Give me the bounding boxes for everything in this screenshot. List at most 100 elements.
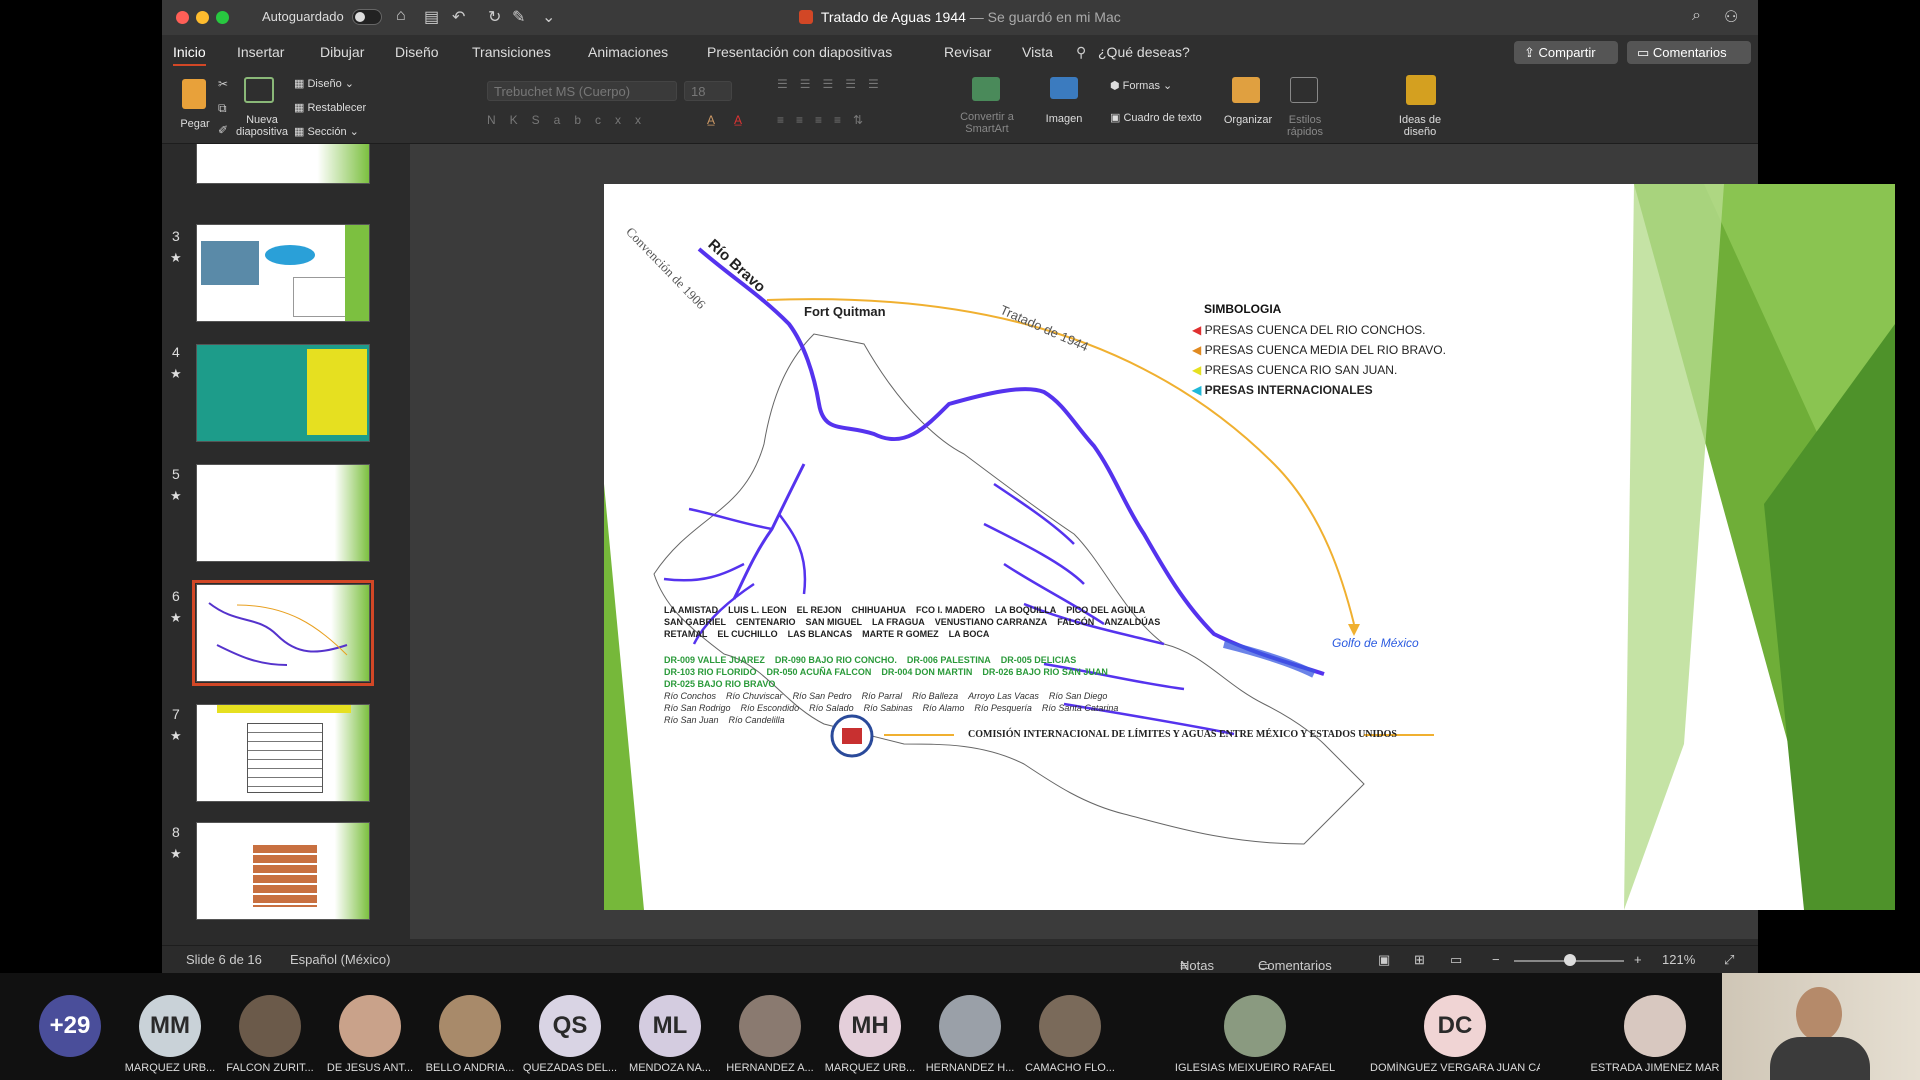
thumb-green-band bbox=[345, 225, 369, 321]
paragraph-icons-top[interactable]: ☰☰☰☰☰ bbox=[777, 77, 891, 91]
river-label: Río Chuviscar bbox=[726, 691, 783, 701]
cut-icon[interactable]: ✂ bbox=[218, 77, 228, 91]
thumb-table bbox=[247, 723, 323, 793]
quick-styles-label: Estilos rápidos bbox=[1286, 114, 1324, 138]
participant-tile[interactable]: MM MARQUEZ URB... bbox=[120, 973, 220, 1080]
zoom-in-icon[interactable]: + bbox=[1634, 952, 1642, 967]
reading-view-icon[interactable]: ▭ bbox=[1450, 952, 1462, 968]
gulf-label: Golfo de México bbox=[1332, 636, 1419, 650]
smartart-icon[interactable] bbox=[972, 77, 1000, 101]
slide-thumbnail-7[interactable] bbox=[196, 704, 370, 802]
participant-tile[interactable]: DE JESUS ANT... bbox=[320, 973, 420, 1080]
tab-dibujar[interactable]: Dibujar bbox=[320, 44, 364, 60]
slide-editing-area: Convención de 1906 Río Bravo Fort Quitma… bbox=[410, 144, 1895, 939]
zoom-level[interactable]: 121% bbox=[1662, 952, 1695, 967]
arrange-icon[interactable] bbox=[1232, 77, 1260, 103]
fit-slide-icon[interactable]: ⤢ bbox=[1724, 952, 1734, 968]
section-button[interactable]: ▦ Sección ⌄ bbox=[294, 125, 359, 138]
participant-tile[interactable]: FALCON ZURIT... bbox=[220, 973, 320, 1080]
participant-tile[interactable]: ML MENDOZA NA... bbox=[620, 973, 720, 1080]
font-family-select[interactable]: Trebuchet MS (Cuerpo) bbox=[487, 81, 677, 101]
participant-tile[interactable]: MH MARQUEZ URB... bbox=[820, 973, 920, 1080]
paste-icon[interactable] bbox=[182, 79, 206, 109]
language-indicator[interactable]: Español (México) bbox=[290, 952, 390, 967]
participant-name: HERNANDEZ H... bbox=[925, 1062, 1015, 1074]
animation-star-icon: ★ bbox=[170, 846, 182, 861]
participant-tile[interactable]: HERNANDEZ A... bbox=[720, 973, 820, 1080]
textbox-label: Cuadro de texto bbox=[1123, 112, 1202, 124]
participant-tile[interactable]: CAMACHO FLO... bbox=[1020, 973, 1120, 1080]
layout-button[interactable]: ▦ Diseño ⌄ bbox=[294, 77, 354, 90]
river-label: Río San Diego bbox=[1048, 691, 1108, 701]
tell-me-search[interactable]: ¿Qué deseas? bbox=[1098, 44, 1190, 60]
participant-tile[interactable]: IGLESIAS MEIXUEIRO RAFAEL bbox=[1170, 973, 1340, 1080]
copy-icon[interactable]: ⧉ bbox=[218, 101, 227, 116]
paragraph-icons-bottom[interactable]: ≡≡≡≡⇅ bbox=[777, 113, 875, 127]
image-icon[interactable] bbox=[1050, 77, 1078, 99]
participant-tile[interactable]: ESTRADA JIMENEZ MAR bbox=[1570, 973, 1740, 1080]
slide-thumbnail-2[interactable] bbox=[196, 144, 370, 184]
participant-tile[interactable]: BELLO ANDRIA... bbox=[420, 973, 520, 1080]
participant-tile[interactable]: +29 bbox=[20, 973, 120, 1080]
tab-revisar[interactable]: Revisar bbox=[944, 44, 991, 60]
tab-vista[interactable]: Vista bbox=[1022, 44, 1053, 60]
participant-name: MARQUEZ URB... bbox=[124, 1062, 216, 1074]
ribbon-tabs: Inicio Insertar Dibujar Diseño Transicio… bbox=[162, 35, 1758, 69]
highlight-icon[interactable]: A̲ bbox=[707, 113, 715, 127]
gulf-estuary bbox=[1223, 640, 1316, 678]
slide-thumbnail-6-selected[interactable] bbox=[192, 580, 374, 686]
participant-avatar bbox=[939, 995, 1001, 1057]
normal-view-icon[interactable]: ▣ bbox=[1378, 952, 1390, 968]
participant-name: DE JESUS ANT... bbox=[326, 1062, 414, 1074]
textbox-button[interactable]: ▣ Cuadro de texto bbox=[1110, 111, 1202, 124]
district-label: DR-004 DON MARTIN bbox=[881, 667, 973, 677]
zoom-out-icon[interactable]: − bbox=[1492, 952, 1500, 967]
font-size-select[interactable]: 18 bbox=[684, 81, 732, 101]
comments-button[interactable]: ▭ Comentarios bbox=[1627, 41, 1751, 64]
zoom-slider-knob[interactable] bbox=[1564, 954, 1576, 966]
font-color-icon[interactable]: A̲ bbox=[734, 113, 742, 127]
quick-styles-icon[interactable] bbox=[1290, 77, 1318, 103]
tab-inicio[interactable]: Inicio bbox=[173, 44, 206, 66]
slide-thumbnail-4[interactable] bbox=[196, 344, 370, 442]
district-label: DR-006 PALESTINA bbox=[906, 655, 991, 665]
share-button[interactable]: ⇪ Compartir bbox=[1514, 41, 1618, 64]
shapes-button[interactable]: ⬢ Formas ⌄ bbox=[1110, 79, 1172, 92]
yellow-triangle-icon: ◀ bbox=[1192, 363, 1205, 377]
format-painter-icon[interactable]: ✐ bbox=[218, 123, 228, 137]
document-title: Tratado de Aguas 1944 — Se guardó en mi … bbox=[162, 9, 1758, 25]
tab-diseno[interactable]: Diseño bbox=[395, 44, 439, 60]
new-slide-icon[interactable] bbox=[244, 77, 274, 103]
river-label: Río Salado bbox=[809, 703, 854, 713]
tab-animaciones[interactable]: Animaciones bbox=[588, 44, 668, 60]
legend-title: SIMBOLOGIA bbox=[1204, 302, 1282, 316]
search-icon[interactable]: ⌕ bbox=[1692, 7, 1701, 25]
dam-label: LA BOQUILLA bbox=[995, 605, 1057, 615]
thumb-title-bar bbox=[217, 705, 351, 713]
river-label: Río Conchos bbox=[664, 691, 717, 701]
participant-avatar bbox=[439, 995, 501, 1057]
reset-button[interactable]: ▦ Restablecer bbox=[294, 101, 366, 114]
design-ideas-icon[interactable] bbox=[1406, 75, 1436, 105]
tab-presentacion[interactable]: Presentación con diapositivas bbox=[707, 44, 892, 60]
font-format-icons[interactable]: NKSabcxx bbox=[487, 113, 655, 127]
participant-name: ESTRADA JIMENEZ MAR bbox=[1590, 1062, 1720, 1074]
tab-insertar[interactable]: Insertar bbox=[237, 44, 284, 60]
district-label: DR-009 VALLE JUAREZ bbox=[664, 655, 765, 665]
slide-thumbnail-5[interactable] bbox=[196, 464, 370, 562]
slide-thumbnail-8[interactable] bbox=[196, 822, 370, 920]
account-icon[interactable]: ⚇ bbox=[1724, 7, 1738, 27]
dam-label: SAN MIGUEL bbox=[805, 617, 863, 627]
current-slide[interactable]: Convención de 1906 Río Bravo Fort Quitma… bbox=[604, 184, 1895, 910]
participant-tile[interactable]: HERNANDEZ H... bbox=[920, 973, 1020, 1080]
animation-star-icon: ★ bbox=[170, 250, 182, 265]
self-video-tile[interactable] bbox=[1722, 973, 1920, 1080]
notes-label: Notas bbox=[1180, 958, 1214, 973]
slide-thumbnail-3[interactable] bbox=[196, 224, 370, 322]
tab-transiciones[interactable]: Transiciones bbox=[472, 44, 551, 60]
sorter-view-icon[interactable]: ⊞ bbox=[1414, 952, 1425, 968]
dam-label: LA AMISTAD bbox=[664, 605, 719, 615]
participant-tile[interactable]: DC DOMÍNGUEZ VERGARA JUAN CARL... bbox=[1370, 973, 1540, 1080]
legend-label: PRESAS CUENCA RIO SAN JUAN. bbox=[1204, 363, 1398, 377]
participant-tile[interactable]: QS QUEZADAS DEL... bbox=[520, 973, 620, 1080]
